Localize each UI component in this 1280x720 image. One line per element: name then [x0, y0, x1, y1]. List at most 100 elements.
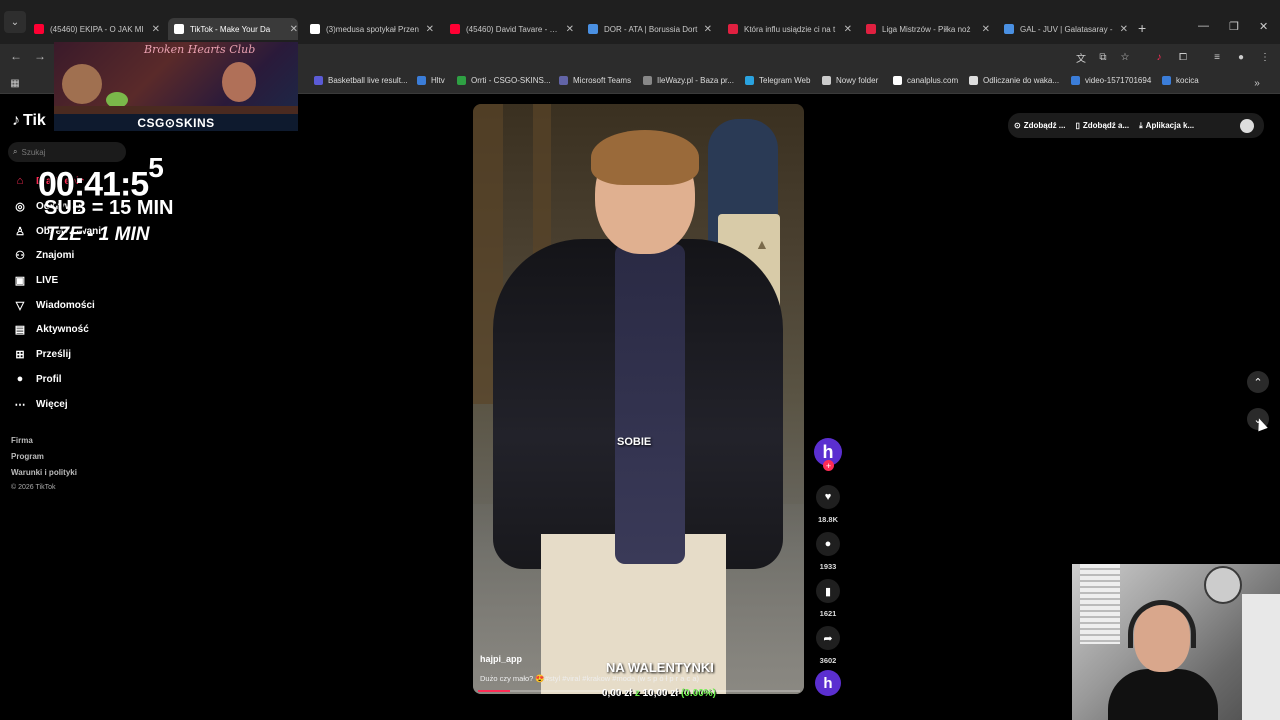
user-avatar[interactable] — [1240, 118, 1254, 133]
new-tab-button[interactable]: + — [1138, 20, 1146, 36]
copyright: © 2026 TikTok — [11, 484, 56, 491]
download-icon: ⤓ — [1139, 120, 1143, 130]
video-hair — [591, 130, 699, 185]
comment-icon[interactable]: ● — [816, 532, 840, 556]
profile-icon[interactable]: ● — [1234, 50, 1248, 64]
bookmark-item[interactable]: Hltv — [417, 76, 445, 85]
tze-rule-text: TZE - 1 MIN — [46, 224, 150, 245]
bookmark-favicon-icon — [643, 76, 652, 85]
tiktok-note-icon: ♪ — [12, 112, 20, 129]
tab-label: DOR - ATA | Borussia Dort — [604, 24, 698, 34]
more-bookmarks-icon[interactable]: » — [1250, 76, 1264, 90]
desktop-app-button[interactable]: ⤓ Aplikacja k... — [1139, 121, 1194, 131]
comment-count: 1933 — [819, 562, 837, 571]
close-tab-icon[interactable]: ✕ — [844, 24, 852, 35]
previous-video-button[interactable]: ⌃ — [1247, 371, 1269, 393]
close-tab-icon[interactable]: ✕ — [152, 24, 160, 35]
tab-search-button[interactable]: ⌄ — [4, 11, 26, 33]
sidebar-item-4[interactable]: ▣ LIVE — [12, 272, 58, 288]
bookmark-item[interactable]: Odliczanie do waka... — [969, 76, 1059, 85]
browser-tab[interactable]: TikTok - Make Your Da ✕ — [168, 18, 298, 40]
forward-icon[interactable]: → — [34, 49, 46, 63]
bookmark-item[interactable]: Nowy folder — [822, 76, 878, 85]
minimize-button[interactable]: — — [1198, 20, 1209, 32]
browser-tab[interactable]: (45460) EKIPA - O JAK MI ✕ — [28, 18, 160, 40]
sidebar-item-7[interactable]: ⊞ Prześlij — [12, 346, 71, 362]
restore-button[interactable]: ❐ — [1229, 20, 1239, 33]
extension-icon[interactable]: ♪ — [1152, 50, 1166, 64]
get-coins-button[interactable]: ⊙ Zdobądź ... — [1014, 121, 1065, 130]
headphones-icon — [1128, 600, 1196, 648]
tab-favicon-icon — [866, 24, 876, 34]
close-tab-icon[interactable]: ✕ — [982, 24, 990, 35]
top-right-actions: ⊙ Zdobądź ... ▯ Zdobądź a... ⤓ Aplikacja k.… — [1008, 113, 1264, 138]
translate-icon[interactable]: 文 — [1074, 50, 1088, 65]
browser-tab[interactable]: Która influ usiądzie ci na t ✕ — [722, 18, 852, 40]
tab-favicon-icon — [310, 24, 320, 34]
close-tab-icon[interactable]: ✕ — [290, 24, 298, 35]
footer-link-terms[interactable]: Warunki i polityki — [11, 468, 77, 477]
profile-icon: ● — [16, 373, 24, 385]
like-heart-icon[interactable]: ♥ — [816, 485, 840, 509]
video-author[interactable]: hajpi_app — [480, 654, 522, 664]
bookmark-icon[interactable]: ▮ — [816, 579, 840, 603]
bookmark-item[interactable]: Microsoft Teams — [559, 76, 631, 85]
browser-tab[interactable]: (3)medusa spotykał Przen ✕ — [304, 18, 434, 40]
close-tab-icon[interactable]: ✕ — [566, 24, 574, 35]
tiktok-logo[interactable]: ♪ Tik — [12, 112, 46, 130]
tab-favicon-icon — [588, 24, 598, 34]
sidebar-item-label: Prześlij — [36, 348, 72, 360]
menu-kebab-icon[interactable]: ⋮ — [1258, 50, 1272, 64]
tab-label: Która influ usiądzie ci na t — [744, 24, 836, 34]
footer-link-firma[interactable]: Firma — [11, 436, 33, 445]
share-icon[interactable]: ➦ — [816, 626, 840, 650]
bookmark-item[interactable]: Orrti - CSGO-SKINS... — [457, 76, 551, 85]
webcam-body — [1108, 669, 1218, 720]
sidebar-item-8[interactable]: ● Profil — [12, 371, 62, 387]
bookmark-star-icon[interactable]: ☆ — [1118, 50, 1132, 64]
install-app-icon[interactable]: ⧉ — [1096, 50, 1110, 64]
footer-link-program[interactable]: Program — [11, 452, 44, 461]
get-app-button[interactable]: ▯ Zdobądź a... — [1075, 121, 1129, 130]
coin-icon: ⊙ — [1014, 121, 1021, 130]
bookmark-item[interactable]: Basketball live result... — [314, 76, 408, 85]
tab-label: GAL - JUV | Galatasaray - — [1020, 24, 1113, 34]
sidebar-item-6[interactable]: ▤ Aktywność — [12, 321, 89, 337]
bookmark-label: Basketball live result... — [328, 76, 408, 85]
bookmark-favicon-icon — [893, 76, 902, 85]
bookmark-item[interactable]: IleWazy.pl - Baza pr... — [643, 76, 734, 85]
browser-tab[interactable]: GAL - JUV | Galatasaray - ✕ — [998, 18, 1128, 40]
sidebar-item-5[interactable]: ▽ Wiadomości — [12, 297, 95, 313]
close-tab-icon[interactable]: ✕ — [704, 24, 712, 35]
bookmark-item[interactable]: canalplus.com — [893, 76, 958, 85]
follow-plus-icon[interactable]: + — [823, 460, 834, 471]
browser-tab[interactable]: DOR - ATA | Borussia Dort ✕ — [582, 18, 712, 40]
video-description: Dużo czy mało? 😍#styl #viral #krakow #mo… — [480, 674, 699, 683]
sidebar-item-label: LIVE — [36, 274, 59, 286]
apps-grid-icon[interactable]: ▦ — [8, 76, 22, 90]
close-window-button[interactable]: ✕ — [1259, 20, 1268, 33]
sidebar-item-3[interactable]: ⚇ Znajomi — [12, 247, 74, 263]
sidebar-item-label: Więcej — [36, 398, 68, 410]
sidebar-item-9[interactable]: ⋯ Więcej — [12, 396, 68, 412]
bookmark-favicon-icon — [1162, 76, 1171, 85]
bookmark-item[interactable]: Telegram Web — [745, 76, 810, 85]
bookmark-item[interactable]: video-1571701694 — [1071, 76, 1151, 85]
address-bar[interactable] — [298, 46, 1058, 68]
media-control-icon[interactable]: ≡ — [1210, 50, 1224, 64]
close-tab-icon[interactable]: ✕ — [1120, 24, 1128, 35]
extensions-puzzle-icon[interactable]: ⧠ — [1176, 50, 1190, 64]
back-icon[interactable]: ← — [10, 49, 22, 63]
music-disc-avatar[interactable]: h — [815, 670, 841, 696]
bookmark-item[interactable]: kocica — [1162, 76, 1199, 85]
streamer-webcam — [1072, 564, 1280, 720]
browser-tab[interactable]: (45460) David Tavare - Ca ✕ — [444, 18, 574, 40]
close-tab-icon[interactable]: ✕ — [426, 24, 434, 35]
video-progress-bar[interactable] — [478, 690, 800, 692]
bookmark-favicon-icon — [969, 76, 978, 85]
video-player[interactable]: ▲ — [473, 104, 804, 694]
browser-tab[interactable]: Liga Mistrzów - Piłka noż ✕ — [860, 18, 990, 40]
tab-favicon-icon — [450, 24, 460, 34]
bookmark-label: Orrti - CSGO-SKINS... — [471, 76, 551, 85]
search-placeholder: Szukaj — [21, 147, 46, 157]
